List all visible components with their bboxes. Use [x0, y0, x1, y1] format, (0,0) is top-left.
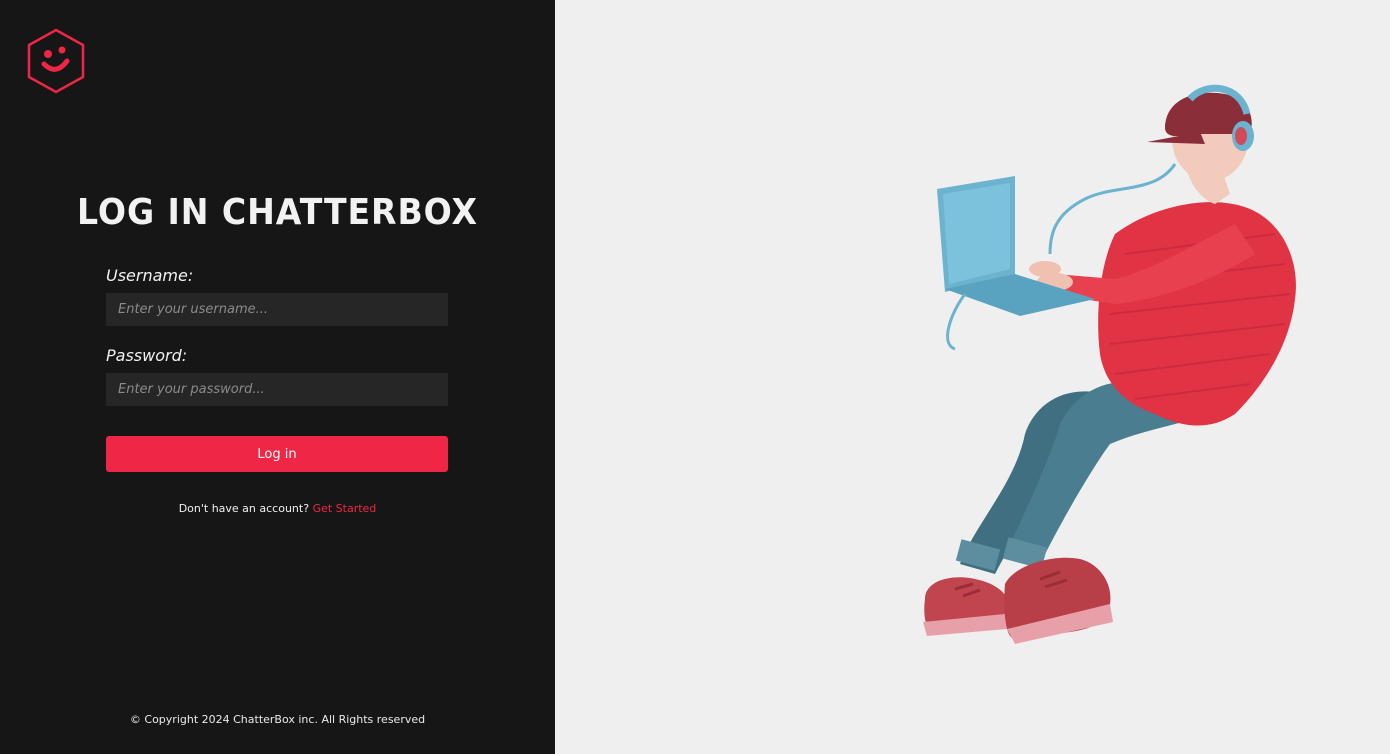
get-started-link[interactable]: Get Started: [313, 502, 377, 515]
login-button[interactable]: Log in: [106, 436, 448, 472]
password-label: Password:: [106, 346, 188, 365]
username-input[interactable]: [106, 293, 448, 326]
password-input[interactable]: [106, 373, 448, 406]
person-with-laptop-illustration: [923, 84, 1296, 644]
signup-prompt: Don't have an account? Get Started: [0, 502, 555, 515]
signup-prompt-text: Don't have an account?: [178, 502, 310, 515]
copyright-text: © Copyright 2024 ChatterBox inc. All Rig…: [129, 713, 426, 726]
page-title: LOG IN CHATTERBOX: [77, 192, 478, 233]
smiley-hexagon-icon[interactable]: [26, 28, 86, 94]
login-panel: LOG IN CHATTERBOX Username: Password: Lo…: [0, 0, 555, 754]
login-page: LOG IN CHATTERBOX Username: Password: Lo…: [0, 0, 1390, 754]
username-label: Username:: [106, 266, 194, 285]
illustration-panel: [555, 0, 1390, 754]
